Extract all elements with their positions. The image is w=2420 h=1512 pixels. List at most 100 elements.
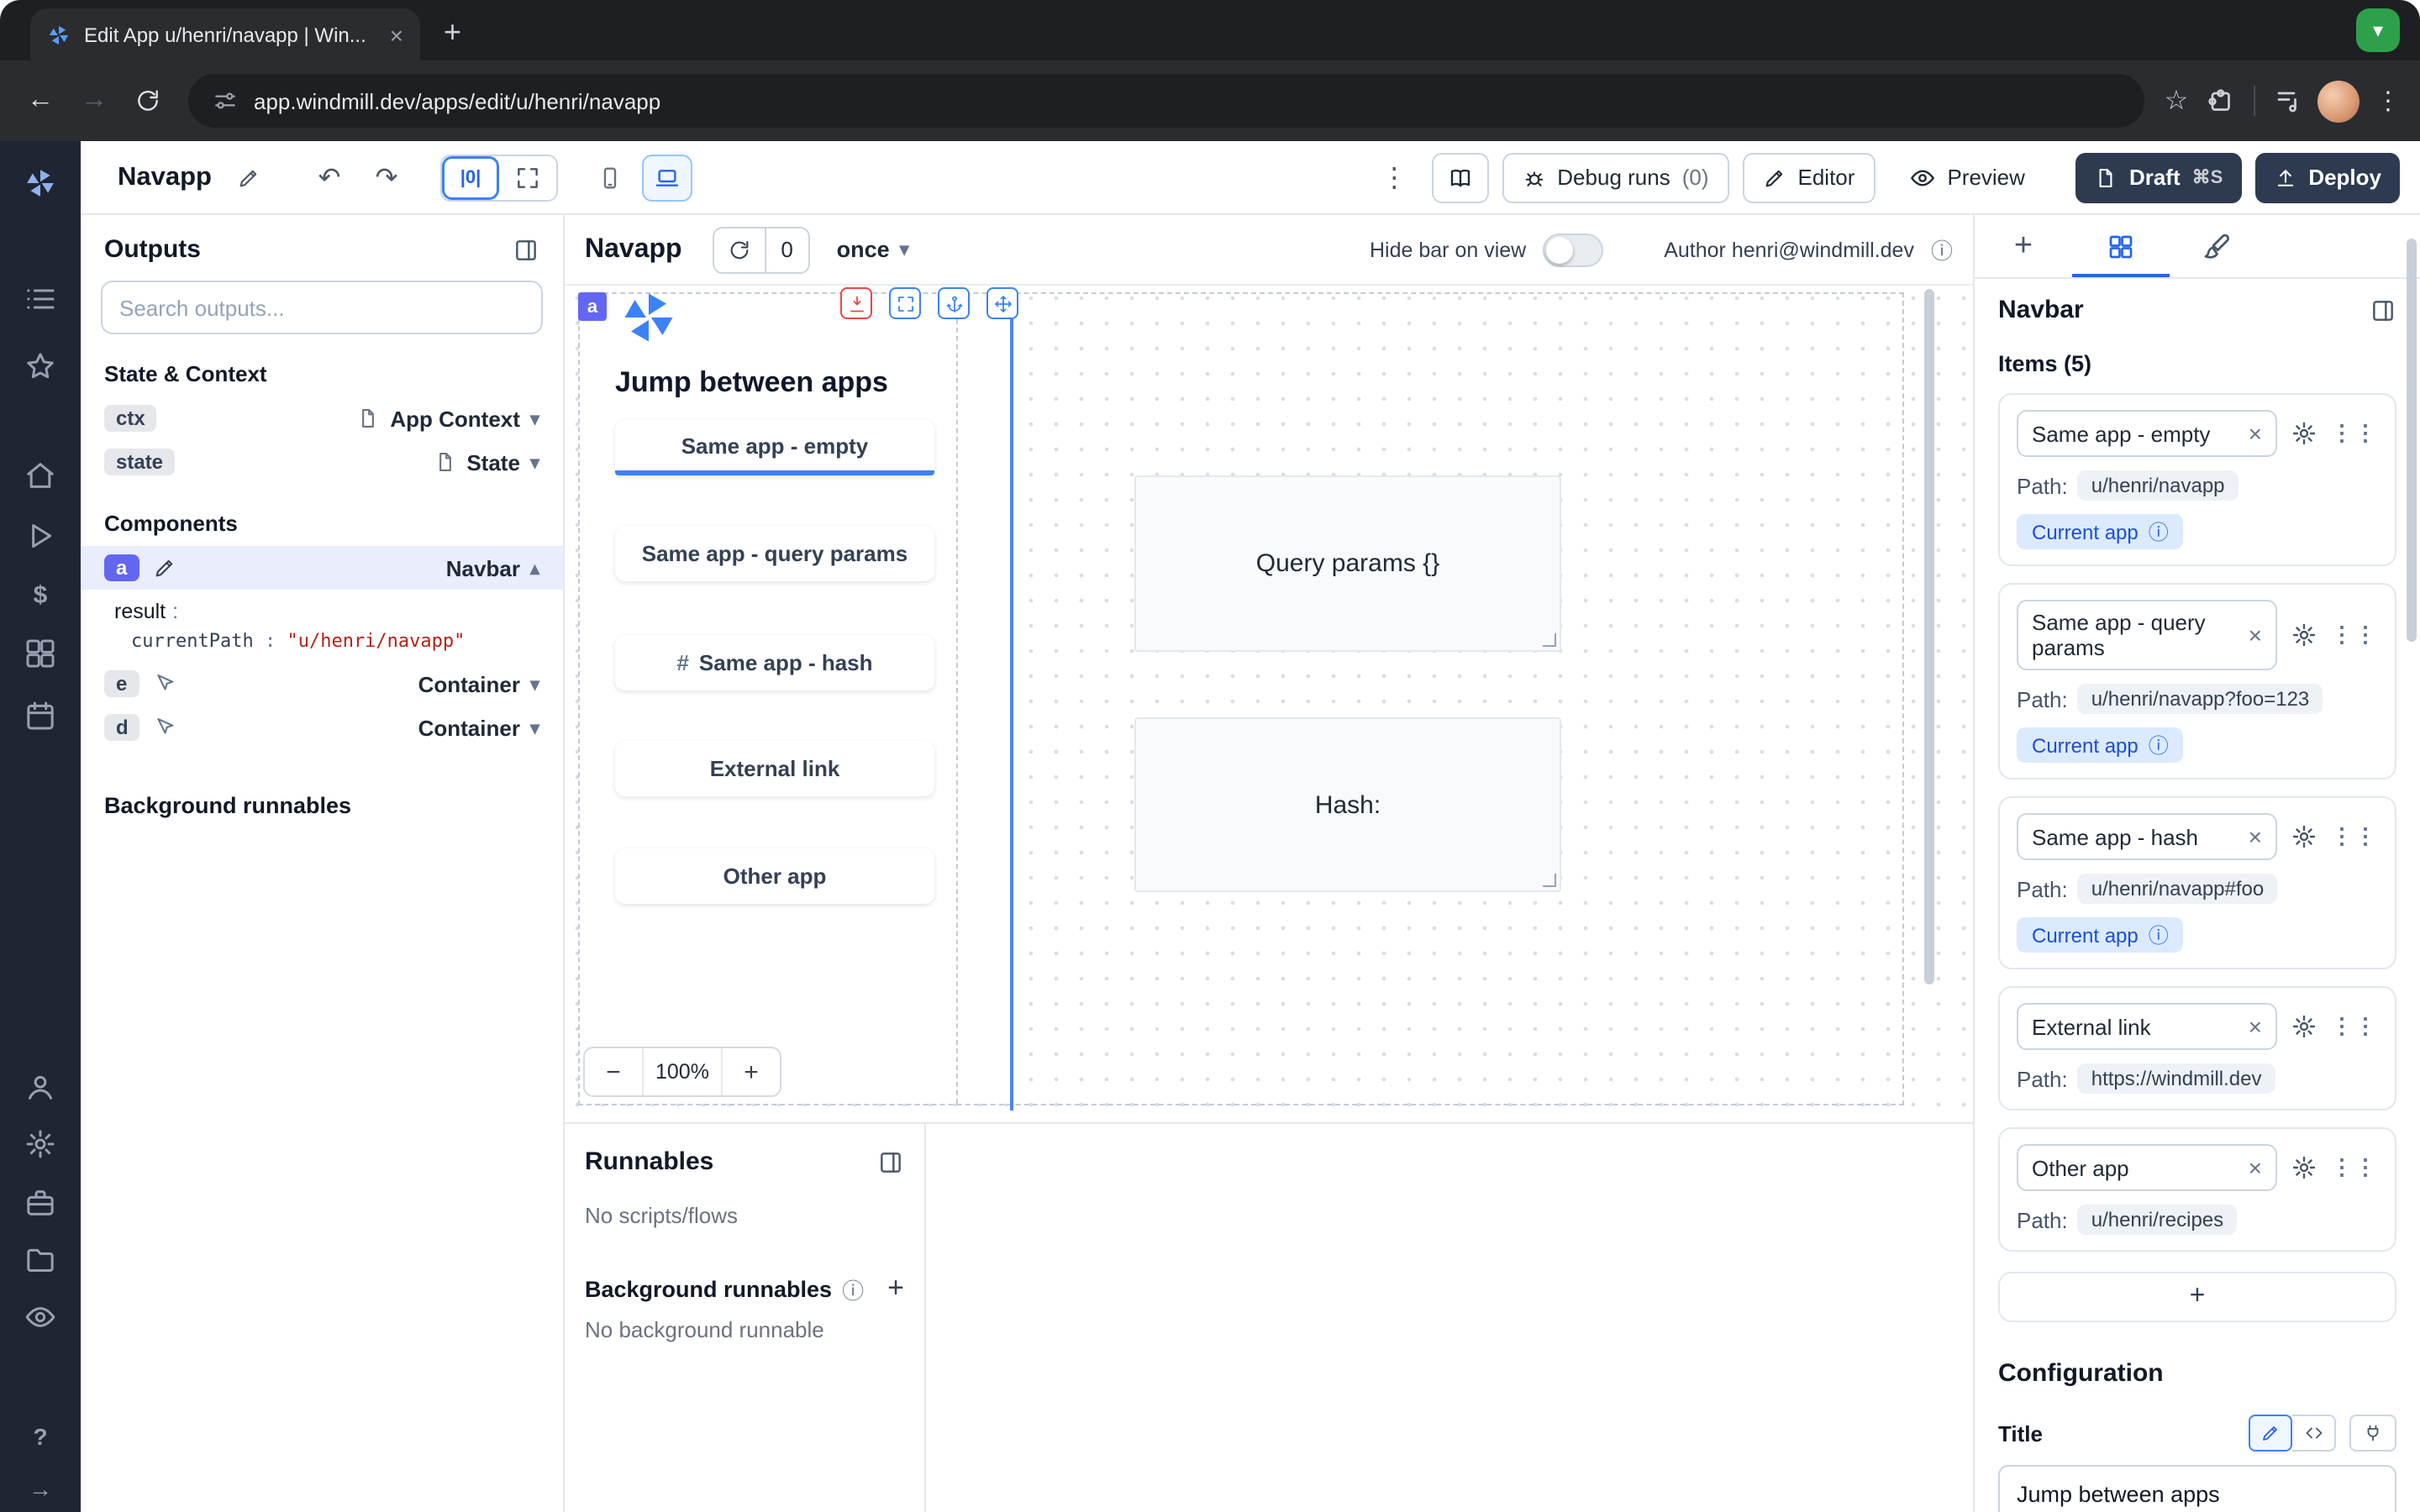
result-line[interactable]: result: <box>101 590 543 627</box>
back-button[interactable]: ← <box>17 77 64 124</box>
item-path[interactable]: u/henri/navapp?foo=123 <box>2078 684 2323 714</box>
gear-icon[interactable] <box>2291 622 2317 648</box>
toolbox-icon[interactable] <box>24 1186 57 1220</box>
nav-item-other-app[interactable]: Other app <box>615 848 934 904</box>
refresh-mode-dropdown[interactable]: once ▾ <box>837 237 909 262</box>
desktop-view-icon[interactable] <box>642 154 692 201</box>
star-icon[interactable] <box>24 349 57 383</box>
code-mode-icon[interactable] <box>2292 1415 2336 1452</box>
docs-book-button[interactable] <box>1431 152 1488 202</box>
edit-title-icon[interactable] <box>225 154 272 201</box>
tab-close-button[interactable]: × <box>390 21 403 48</box>
site-settings-icon[interactable] <box>212 87 239 114</box>
refresh-count[interactable]: 0 <box>765 228 808 271</box>
container-query-params[interactable]: Query params {} <box>1134 475 1561 652</box>
ctx-row[interactable]: ctx App Context ▾ <box>101 396 543 440</box>
add-component-tab[interactable]: + <box>1975 215 2072 277</box>
play-icon[interactable] <box>24 519 57 553</box>
user-icon[interactable] <box>24 1070 57 1104</box>
close-icon[interactable]: × <box>2249 1154 2262 1181</box>
close-icon[interactable]: × <box>2249 420 2262 447</box>
styling-tab[interactable] <box>2170 215 2267 277</box>
info-icon[interactable]: ⓘ <box>2149 921 2169 949</box>
item-path[interactable]: u/henri/navapp <box>2078 470 2238 501</box>
expand-icon[interactable] <box>889 287 921 319</box>
undo-button[interactable]: ↶ <box>306 154 353 201</box>
item-label-input[interactable]: External link × <box>2017 1003 2277 1050</box>
item-path[interactable]: u/henri/recipes <box>2078 1205 2237 1235</box>
title-field-input[interactable] <box>1998 1465 2396 1512</box>
info-icon[interactable]: ⓘ <box>2149 517 2169 546</box>
nav-item-same-app-empty[interactable]: Same app - empty <box>615 420 934 475</box>
help-icon[interactable]: ? <box>24 1420 57 1453</box>
folder-icon[interactable] <box>24 1243 57 1277</box>
insert-down-icon[interactable] <box>840 287 872 319</box>
header-menu-button[interactable]: ⋮ <box>1370 154 1418 201</box>
container-hash[interactable]: Hash: <box>1134 717 1561 892</box>
bookmark-star-button[interactable]: ☆ <box>2161 86 2191 116</box>
drag-handle[interactable]: ⋮⋮ <box>2331 622 2378 648</box>
anchor-icon[interactable] <box>938 287 970 319</box>
profile-avatar[interactable] <box>2317 80 2360 122</box>
editor-button[interactable]: Editor <box>1743 152 1876 202</box>
components-tab[interactable] <box>2072 215 2170 277</box>
zoom-in-button[interactable]: + <box>723 1048 780 1095</box>
new-tab-button[interactable]: + <box>444 15 461 50</box>
list-icon[interactable] <box>24 282 57 316</box>
app-canvas[interactable]: a Jump between apps Same app - e <box>565 286 1973 1122</box>
gear-icon[interactable] <box>2291 823 2317 850</box>
item-label-input[interactable]: Same app - empty × <box>2017 410 2277 457</box>
nav-item-same-app-hash[interactable]: # Same app - hash <box>615 635 934 690</box>
grid-outline-button[interactable]: |0| <box>442 155 499 199</box>
close-icon[interactable]: × <box>2249 823 2262 850</box>
playlist-icon[interactable] <box>2274 86 2304 116</box>
canvas-scrollbar[interactable] <box>1924 289 1934 984</box>
forward-button[interactable]: → <box>71 77 118 124</box>
windmill-logo[interactable] <box>24 166 57 200</box>
drag-handle[interactable]: ⋮⋮ <box>2331 823 2378 850</box>
gear-icon[interactable] <box>2291 1013 2317 1040</box>
item-path[interactable]: https://windmill.dev <box>2078 1063 2275 1094</box>
close-icon[interactable]: × <box>2249 1013 2262 1040</box>
redo-button[interactable]: ↷ <box>363 154 410 201</box>
chevron-down-icon[interactable]: ▾ <box>530 673 539 695</box>
home-icon[interactable] <box>24 459 57 492</box>
panel-icon[interactable] <box>513 236 539 263</box>
item-path[interactable]: u/henri/navapp#foo <box>2078 874 2278 904</box>
drag-handle[interactable]: ⋮⋮ <box>2331 420 2378 447</box>
navbar-component-area[interactable] <box>580 294 1010 1104</box>
info-icon[interactable]: ⓘ <box>1931 234 1953 265</box>
chevron-up-icon[interactable]: ▴ <box>530 557 539 579</box>
green-chevron-badge[interactable]: ▾ <box>2356 8 2400 52</box>
move-icon[interactable] <box>986 287 1018 319</box>
drag-handle[interactable]: ⋮⋮ <box>2331 1154 2378 1181</box>
hide-bar-toggle[interactable] <box>1543 233 1603 266</box>
chevron-down-icon[interactable]: ▾ <box>530 451 539 473</box>
url-text[interactable]: app.windmill.dev/apps/edit/u/henri/navap… <box>254 88 660 113</box>
info-icon[interactable]: ⓘ <box>2149 731 2169 759</box>
item-label-input[interactable]: Same app - hash × <box>2017 813 2277 860</box>
static-mode-pencil-icon[interactable] <box>2249 1415 2292 1452</box>
chevron-down-icon[interactable]: ▾ <box>530 717 539 738</box>
panel-icon[interactable] <box>2370 297 2396 323</box>
info-icon[interactable]: ⓘ <box>842 1273 864 1305</box>
add-background-runnable-button[interactable]: + <box>887 1272 904 1305</box>
browser-tab[interactable]: Edit App u/henri/navapp | Win... × <box>30 8 420 60</box>
arrow-right-icon[interactable]: → <box>24 1472 57 1505</box>
gear-icon[interactable] <box>2291 420 2317 447</box>
eye-icon[interactable] <box>24 1300 57 1334</box>
component-row-navbar[interactable]: a Navbar ▴ <box>81 546 563 590</box>
nav-item-same-app-query-params[interactable]: Same app - query params <box>615 526 934 581</box>
add-item-button[interactable]: + <box>1998 1272 2396 1322</box>
gear-icon[interactable] <box>2291 1154 2317 1181</box>
extensions-icon[interactable] <box>2205 86 2235 116</box>
nav-item-external-link[interactable]: External link <box>615 741 934 796</box>
reload-button[interactable] <box>124 77 171 124</box>
debug-runs-button[interactable]: Debug runs (0) <box>1502 152 1728 202</box>
chevron-down-icon[interactable]: ▾ <box>530 407 539 429</box>
component-row-container-d[interactable]: d Container ▾ <box>101 706 543 749</box>
browser-menu-button[interactable]: ⋮ <box>2373 86 2403 116</box>
item-label-input[interactable]: Same app - query params × <box>2017 600 2277 670</box>
draft-button[interactable]: Draft ⌘S <box>2075 152 2241 202</box>
gear-icon[interactable] <box>24 1127 57 1161</box>
